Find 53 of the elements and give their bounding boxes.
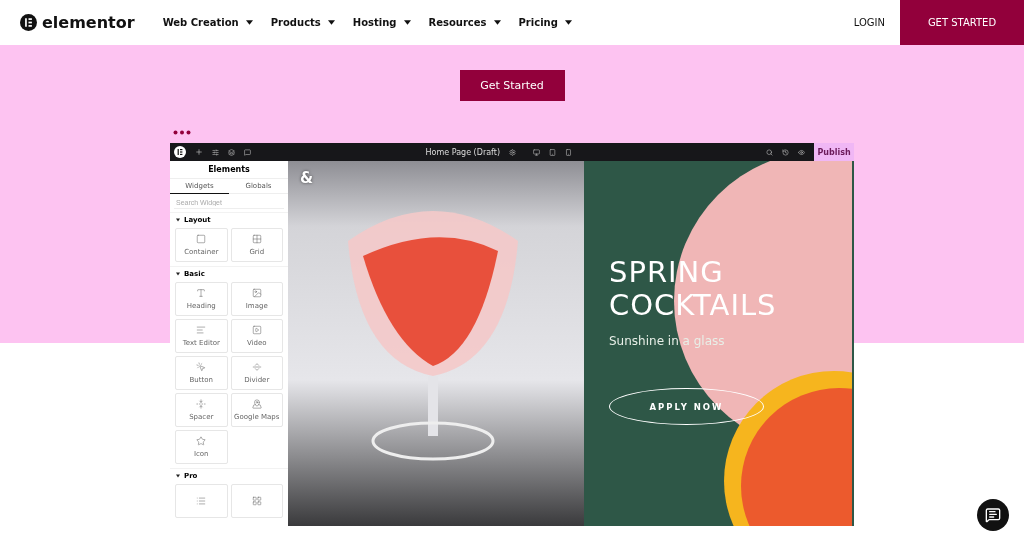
widget-tile[interactable] xyxy=(175,484,228,518)
text-lines-icon xyxy=(196,325,207,335)
caret-icon xyxy=(327,20,335,25)
caret-icon xyxy=(176,272,180,276)
caret-icon xyxy=(493,20,501,25)
spacer-icon xyxy=(196,399,207,409)
logo-icon xyxy=(20,14,37,31)
page-title[interactable]: Home Page (Draft) xyxy=(425,147,500,157)
dots-icon xyxy=(173,130,193,135)
square-icon xyxy=(196,234,207,244)
eye-icon[interactable] xyxy=(798,148,805,156)
nav-menu-item[interactable]: Hosting xyxy=(352,17,411,28)
nav-menu-item[interactable]: Products xyxy=(270,17,335,28)
publish-button[interactable]: Publish xyxy=(814,143,854,161)
list-icon xyxy=(196,496,207,506)
phone-icon[interactable] xyxy=(565,148,572,156)
caret-icon xyxy=(176,218,180,222)
star-icon xyxy=(196,436,207,446)
plus-icon[interactable] xyxy=(195,148,203,156)
logo-text: elementor xyxy=(42,13,135,32)
nav-menu-item[interactable]: Pricing xyxy=(518,17,572,28)
get-started-button[interactable]: GET STARTED xyxy=(900,0,1024,45)
tablet-icon[interactable] xyxy=(549,148,556,156)
pointer-icon xyxy=(196,362,207,372)
grid-icon xyxy=(251,496,262,506)
logo-icon[interactable] xyxy=(174,146,186,158)
hero-subtitle: Sunshine in a glass xyxy=(609,334,726,348)
search-icon[interactable] xyxy=(766,148,773,156)
play-icon xyxy=(251,325,262,335)
grid-icon xyxy=(251,234,262,244)
logo-mark: & xyxy=(300,169,314,187)
caret-icon xyxy=(403,20,411,25)
login-link[interactable]: LOGIN xyxy=(853,17,885,28)
logo[interactable]: elementor xyxy=(20,13,135,32)
widget-tile[interactable] xyxy=(230,484,283,518)
sliders-icon[interactable] xyxy=(212,148,219,156)
layers-icon[interactable] xyxy=(228,148,235,156)
caret-icon xyxy=(176,474,180,478)
settings-icon[interactable] xyxy=(509,148,516,156)
chat-button[interactable] xyxy=(977,499,1009,531)
get-started-button[interactable]: Get Started xyxy=(459,70,565,101)
caret-icon xyxy=(245,20,253,25)
map-pin-icon xyxy=(251,399,262,409)
image-icon xyxy=(251,288,262,298)
history-icon[interactable] xyxy=(782,148,789,156)
chat-icon xyxy=(985,507,1001,523)
letter-t-icon xyxy=(196,288,207,298)
desktop-icon[interactable] xyxy=(533,148,540,156)
nav-menu-item[interactable]: Resources xyxy=(428,17,501,28)
comment-icon[interactable] xyxy=(244,148,251,156)
caret-icon xyxy=(564,20,572,25)
nav-menu-item[interactable]: Web Creation xyxy=(162,17,253,28)
divider-icon xyxy=(251,362,262,372)
